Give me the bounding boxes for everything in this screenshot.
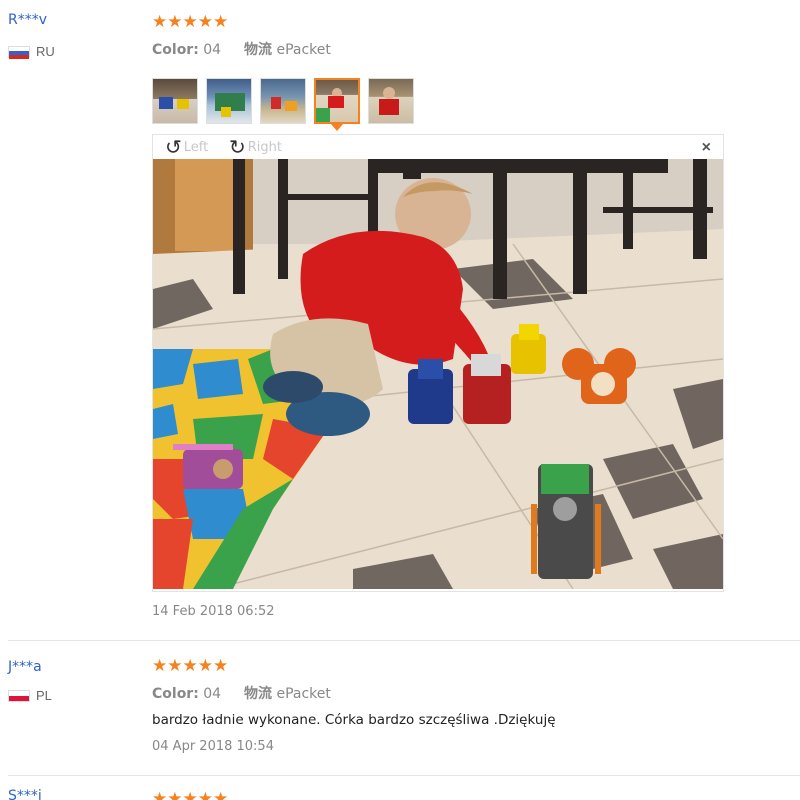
star-rating: ★★★★★	[152, 12, 229, 31]
review-date: 14 Feb 2018 06:52	[152, 604, 275, 619]
rotate-right-label: Right	[247, 139, 282, 155]
poland-flag-icon	[8, 689, 30, 702]
reviewer-name[interactable]: J***a	[8, 659, 42, 675]
review-photo	[153, 159, 723, 589]
russia-flag-icon	[8, 45, 30, 59]
review-date: 04 Apr 2018 10:54	[152, 739, 274, 754]
star-rating: ★★★★★	[152, 789, 229, 800]
order-info: Color: 04 物流 ePacket	[152, 683, 331, 703]
rotate-left-button[interactable]: ↺ Left	[165, 137, 208, 157]
photo-viewer: ↺ Left ↻ Right ×	[152, 134, 724, 592]
photo-thumbnail[interactable]	[206, 78, 252, 124]
reviewer-name[interactable]: R***v	[8, 12, 47, 28]
photo-thumbnail[interactable]	[368, 78, 414, 124]
reviewer-name[interactable]: S***i	[8, 788, 42, 800]
rotate-right-icon: ↻	[229, 135, 246, 159]
rotate-right-button[interactable]: ↻ Right	[229, 137, 282, 157]
review-item: S***i ★★★★★	[0, 776, 800, 800]
rotate-left-icon: ↺	[165, 135, 182, 159]
photo-thumbnail[interactable]	[260, 78, 306, 124]
color-value: 04	[203, 686, 222, 702]
photo-viewer-toolbar: ↺ Left ↻ Right ×	[153, 135, 723, 159]
photo-thumbnails	[152, 78, 414, 124]
color-label: Color:	[152, 42, 199, 58]
review-item: J***a PL ★★★★★ Color: 04 物流 ePacket bard…	[0, 641, 800, 775]
country-code: PL	[36, 688, 52, 703]
logistics-value: ePacket	[276, 686, 331, 702]
order-info: Color: 04 物流 ePacket	[152, 39, 331, 59]
reviewer-country: PL	[8, 688, 52, 703]
selected-thumbnail-caret	[331, 124, 343, 131]
color-value: 04	[203, 42, 222, 58]
logistics-value: ePacket	[276, 42, 331, 58]
reviewer-country: RU	[8, 44, 55, 59]
rotate-left-label: Left	[183, 139, 209, 155]
photo-thumbnail-selected[interactable]	[314, 78, 360, 124]
country-code: RU	[36, 44, 55, 59]
logistics-label: 物流	[244, 42, 272, 58]
close-icon[interactable]: ×	[702, 139, 711, 157]
review-item: R***v RU ★★★★★ Color: 04 物流 ePacket ↺ Le…	[0, 0, 800, 640]
review-text: bardzo ładnie wykonane. Córka bardzo szc…	[152, 712, 556, 728]
review-photo-image	[153, 159, 723, 589]
logistics-label: 物流	[244, 686, 272, 702]
color-label: Color:	[152, 686, 199, 702]
photo-thumbnail[interactable]	[152, 78, 198, 124]
star-rating: ★★★★★	[152, 656, 229, 675]
